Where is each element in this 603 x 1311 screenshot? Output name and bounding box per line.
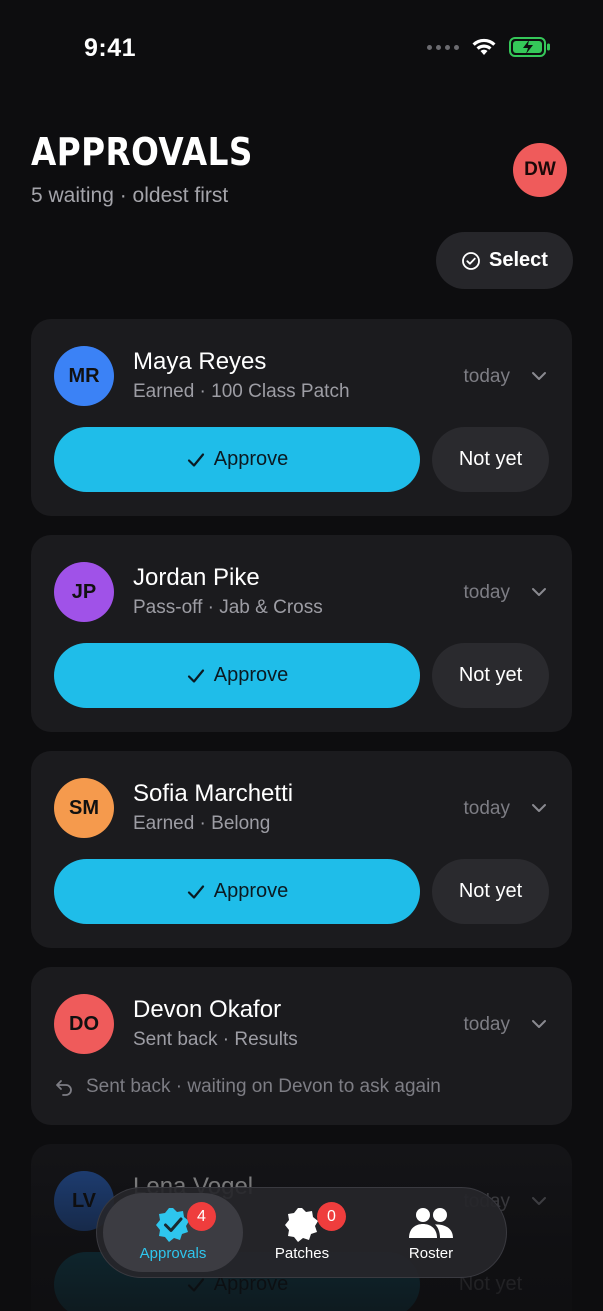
undo-arrow-icon (56, 1080, 72, 1096)
chevron-down-icon[interactable] (530, 1015, 548, 1033)
student-name: Maya Reyes (133, 348, 267, 375)
patch-icon (285, 1208, 318, 1242)
tab-label: Approvals (139, 1245, 207, 1262)
approvals-count-badge: 4 (187, 1202, 216, 1231)
checkmark-icon (187, 668, 204, 683)
checkmark-icon (187, 884, 204, 899)
chevron-down-icon[interactable] (530, 1192, 548, 1210)
request-time: today (463, 798, 510, 819)
avatar: SM (54, 778, 114, 838)
sent-back-note: Sent back · waiting on Devon to ask agai… (54, 1076, 441, 1098)
not-yet-button[interactable]: Not yet (432, 427, 549, 492)
approval-card: JP Jordan Pike Pass-off · Jab & Cross to… (31, 535, 572, 732)
page-subtitle: 5 waiting · oldest first (31, 184, 229, 207)
request-meta: Earned · Belong (133, 813, 271, 834)
approval-card: MR Maya Reyes Earned · 100 Class Patch t… (31, 319, 572, 516)
avatar: MR (54, 346, 114, 406)
student-name: Sofia Marchetti (133, 780, 294, 807)
check-circle-icon (462, 251, 480, 270)
patches-count-badge: 0 (317, 1202, 346, 1231)
select-button[interactable]: Select (436, 232, 573, 289)
profile-avatar[interactable]: DW (513, 143, 567, 197)
avatar: JP (54, 562, 114, 622)
student-name: Devon Okafor (133, 996, 282, 1023)
check-badge-icon (156, 1208, 189, 1242)
page-title: APPROVALS (31, 130, 253, 174)
tab-patches[interactable]: 0 Patches (232, 1193, 372, 1272)
not-yet-button[interactable]: Not yet (432, 859, 549, 924)
tab-bar: 4 Approvals 0 Patches Roster (96, 1187, 507, 1278)
battery-charging-icon (509, 37, 550, 57)
request-time: today (463, 582, 510, 603)
tab-roster[interactable]: Roster (361, 1193, 501, 1272)
approve-button[interactable]: Approve (54, 643, 420, 708)
approve-button[interactable]: Approve (54, 427, 420, 492)
approve-button[interactable]: Approve (54, 859, 420, 924)
page-header: APPROVALS 5 waiting · oldest first DW (31, 130, 571, 208)
checkmark-icon (187, 452, 204, 467)
approve-button-label: Approve (213, 664, 289, 686)
request-time: today (463, 1014, 510, 1035)
request-meta: Pass-off · Jab & Cross (133, 597, 323, 618)
request-time: today (463, 366, 510, 387)
approval-card: SM Sofia Marchetti Earned · Belong today… (31, 751, 572, 948)
tab-approvals[interactable]: 4 Approvals (103, 1193, 243, 1272)
chevron-down-icon[interactable] (530, 367, 548, 385)
not-yet-button[interactable]: Not yet (432, 643, 549, 708)
status-bar: 9:41 (0, 0, 603, 90)
student-name: Jordan Pike (133, 564, 260, 591)
approval-card: DO Devon Okafor Sent back · Results toda… (31, 967, 572, 1125)
chevron-down-icon[interactable] (530, 583, 548, 601)
status-time: 9:41 (84, 34, 137, 62)
wifi-icon (472, 38, 496, 55)
request-meta: Earned · 100 Class Patch (133, 381, 350, 402)
tab-label: Roster (408, 1245, 454, 1262)
approve-button-label: Approve (213, 880, 289, 902)
approve-button-label: Approve (213, 448, 289, 470)
people-icon (409, 1208, 453, 1238)
status-icons (427, 36, 551, 58)
chevron-down-icon[interactable] (530, 799, 548, 817)
tab-label: Patches (274, 1245, 330, 1262)
cellular-signal-icon (427, 44, 459, 50)
select-button-label: Select (489, 249, 548, 271)
avatar: DO (54, 994, 114, 1054)
request-meta: Sent back · Results (133, 1029, 298, 1050)
sent-back-note-text: Sent back · waiting on Devon to ask agai… (86, 1076, 441, 1097)
